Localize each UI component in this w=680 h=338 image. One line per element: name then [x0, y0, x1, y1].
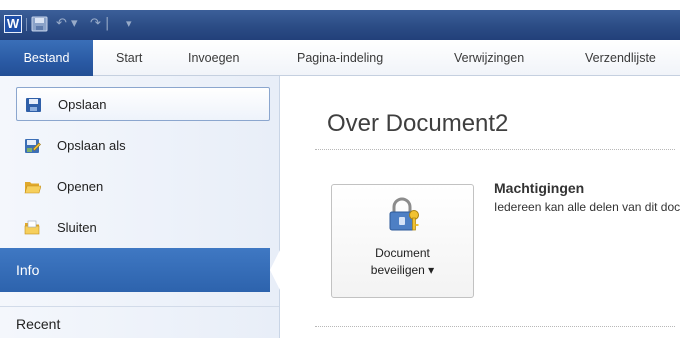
tab-invoegen[interactable]: Invoegen: [188, 40, 239, 76]
section-divider: [315, 326, 675, 327]
ribbon-tabs: Bestand Start Invoegen Pagina-indeling V…: [0, 40, 680, 76]
redo-icon[interactable]: ↷ |: [90, 15, 116, 33]
nav-divider: [0, 306, 279, 307]
close-folder-icon: [24, 220, 40, 235]
permissions-title: Machtigingen: [494, 180, 585, 196]
qat-separator: [26, 18, 27, 31]
save-as-icon: [25, 139, 41, 153]
save-icon: [26, 98, 41, 112]
word-app-icon[interactable]: W: [4, 15, 22, 33]
customize-qat-icon[interactable]: ▾: [126, 15, 138, 33]
permissions-description: Iedereen kan alle delen van dit document: [494, 200, 680, 214]
nav-recent-tab[interactable]: Recent: [16, 316, 60, 332]
save-as-command[interactable]: Opslaan als: [16, 129, 270, 163]
protect-button-line1: Document: [375, 246, 430, 260]
tab-start[interactable]: Start: [116, 40, 142, 76]
protect-button-line2: beveiligen ▾: [370, 263, 435, 277]
tab-verzendlijsten[interactable]: Verzendlijste: [585, 40, 656, 76]
tab-bestand[interactable]: Bestand: [0, 40, 93, 76]
tab-pagina-indeling[interactable]: Pagina-indeling: [297, 40, 383, 76]
info-panel: Over Document2 Document beveiligen ▾ Mac…: [281, 76, 680, 338]
title-bar: W ↶ ▾ ↷ | ▾: [0, 10, 680, 40]
tab-verwijzingen[interactable]: Verwijzingen: [454, 40, 524, 76]
close-label: Sluiten: [57, 220, 97, 235]
save-icon[interactable]: [31, 15, 48, 33]
save-command[interactable]: Opslaan: [16, 87, 270, 121]
save-label: Opslaan: [58, 97, 107, 112]
backstage-nav: Opslaan Opslaan als Openen Sluiten Info …: [0, 76, 281, 338]
lock-key-icon: [389, 197, 419, 231]
close-command[interactable]: Sluiten: [16, 211, 270, 245]
open-label: Openen: [57, 179, 104, 194]
open-command[interactable]: Openen: [16, 170, 270, 204]
undo-icon[interactable]: ↶ ▾: [56, 15, 82, 33]
save-as-label: Opslaan als: [57, 138, 126, 153]
top-strip: [0, 0, 680, 10]
protect-document-button[interactable]: Document beveiligen ▾: [331, 184, 474, 298]
page-title: Over Document2: [327, 110, 509, 137]
nav-info-pointer: [270, 248, 281, 292]
section-divider: [315, 149, 675, 150]
open-folder-icon: [24, 182, 41, 194]
nav-info-tab[interactable]: Info: [0, 248, 270, 292]
